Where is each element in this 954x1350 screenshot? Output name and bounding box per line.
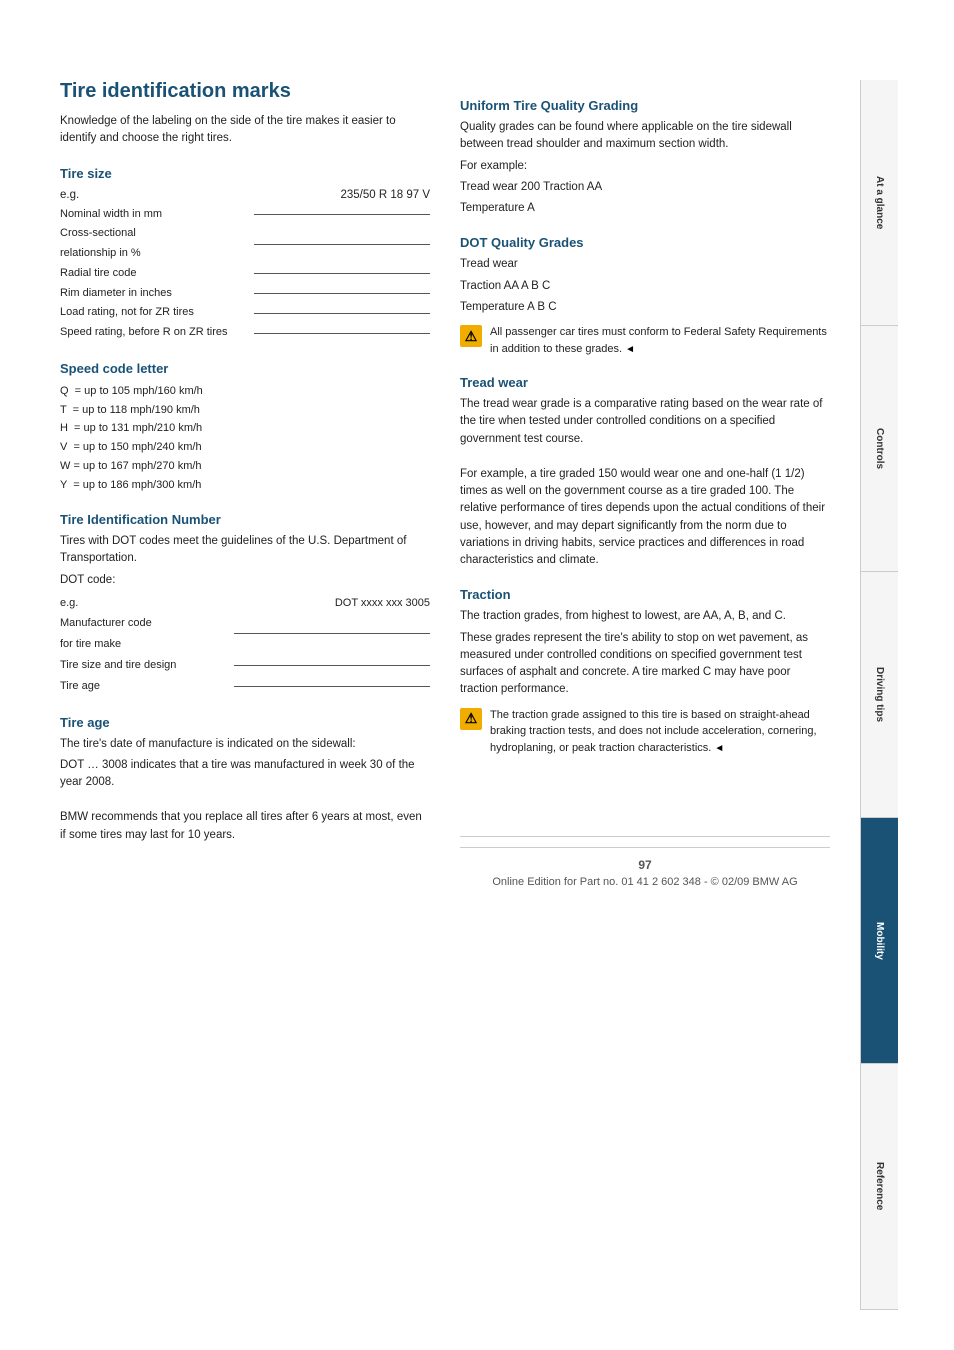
tread-wear-title: Tread wear xyxy=(460,375,830,390)
tire-size-label-1: Nominal width in mm xyxy=(60,205,250,225)
tire-age-para2: DOT … 3008 indicates that a tire was man… xyxy=(60,757,430,792)
speed-code-y: Y = up to 186 mph/300 km/h xyxy=(60,476,430,495)
dot-line-1 xyxy=(234,633,430,634)
tire-size-row-1: Nominal width in mm xyxy=(60,205,430,225)
traction-para2: These grades represent the tire's abilit… xyxy=(460,630,830,699)
dot-label-1: Manufacturer codefor tire make xyxy=(60,613,230,655)
speed-codes-list: Q = up to 105 mph/160 km/h T = up to 118… xyxy=(60,382,430,494)
utqg-para3: Tread wear 200 Traction AA xyxy=(460,179,830,196)
footer-divider xyxy=(460,836,830,837)
speed-code-h: H = up to 131 mph/210 km/h xyxy=(60,419,430,438)
tire-size-line-5 xyxy=(254,313,430,314)
sidebar-tab-at-a-glance[interactable]: At a glance xyxy=(861,80,898,326)
dot-eg-label: e.g. xyxy=(60,597,78,609)
sidebar-tab-controls[interactable]: Controls xyxy=(861,326,898,572)
tire-size-label-5: Load rating, not for ZR tires xyxy=(60,303,250,323)
warning-icon-1: ⚠ xyxy=(460,325,482,347)
tire-size-row-4: Rim diameter in inches xyxy=(60,284,430,304)
tire-size-row-5: Load rating, not for ZR tires xyxy=(60,303,430,323)
dot-quality-warning-text: All passenger car tires must conform to … xyxy=(490,324,830,357)
page-title: Tire identification marks xyxy=(60,80,430,103)
intro-text: Knowledge of the labeling on the side of… xyxy=(60,113,430,148)
dot-quality-title: DOT Quality Grades xyxy=(460,235,830,250)
tire-age-title: Tire age xyxy=(60,715,430,730)
tire-size-label-3: Radial tire code xyxy=(60,264,250,284)
footer-text: Online Edition for Part no. 01 41 2 602 … xyxy=(460,876,830,888)
tire-size-line-2 xyxy=(254,244,430,245)
dot-line-2 xyxy=(234,665,430,666)
tire-age-para3: BMW recommends that you replace all tire… xyxy=(60,809,430,844)
tire-size-line-4 xyxy=(254,293,430,294)
eg-value: 235/50 R 18 97 V xyxy=(340,189,430,201)
tire-size-line-1 xyxy=(254,214,430,215)
tire-size-row-2: Cross-sectionalrelationship in % xyxy=(60,224,430,264)
warning-icon-2: ⚠ xyxy=(460,708,482,730)
tread-wear-para1: The tread wear grade is a comparative ra… xyxy=(460,396,830,448)
speed-code-w: W = up to 167 mph/270 km/h xyxy=(60,457,430,476)
tire-size-label-6: Speed rating, before R on ZR tires xyxy=(60,323,250,343)
tire-size-title: Tire size xyxy=(60,166,430,181)
traction-para1: The traction grades, from highest to low… xyxy=(460,608,830,625)
dot-line-3 xyxy=(234,686,430,687)
dot-label-2: Tire size and tire design xyxy=(60,655,230,676)
dot-eg-value: DOT xxxx xxx 3005 xyxy=(335,597,430,609)
dot-eg-row: e.g. DOT xxxx xxx 3005 xyxy=(60,597,430,609)
tire-size-eg-row: e.g. 235/50 R 18 97 V xyxy=(60,189,430,201)
utqg-para4: Temperature A xyxy=(460,200,830,217)
tire-size-line-3 xyxy=(254,273,430,274)
footer: 97 Online Edition for Part no. 01 41 2 6… xyxy=(460,847,830,908)
dot-quality-line2: Traction AA A B C xyxy=(460,278,830,295)
left-column: Tire identification marks Knowledge of t… xyxy=(60,80,430,1310)
utqg-title: Uniform Tire Quality Grading xyxy=(460,98,830,113)
right-column: Uniform Tire Quality Grading Quality gra… xyxy=(460,80,830,1310)
triangle-marker-1: ◄ xyxy=(625,344,635,355)
utqg-para2: For example: xyxy=(460,158,830,175)
sidebar-tab-driving-tips[interactable]: Driving tips xyxy=(861,572,898,818)
tire-size-table: e.g. 235/50 R 18 97 V Nominal width in m… xyxy=(60,189,430,344)
footer-area: 97 Online Edition for Part no. 01 41 2 6… xyxy=(460,836,830,908)
utqg-para1: Quality grades can be found where applic… xyxy=(460,119,830,154)
traction-warning-text: The traction grade assigned to this tire… xyxy=(490,707,830,757)
dot-table: e.g. DOT xxxx xxx 3005 Manufacturer code… xyxy=(60,597,430,697)
tire-age-para1: The tire's date of manufacture is indica… xyxy=(60,736,430,753)
speed-code-t: T = up to 118 mph/190 km/h xyxy=(60,401,430,420)
tread-wear-para2: For example, a tire graded 150 would wea… xyxy=(460,466,830,570)
sidebar-tab-reference[interactable]: Reference xyxy=(861,1064,898,1310)
dot-quality-line1: Tread wear xyxy=(460,256,830,273)
traction-warning-box: ⚠ The traction grade assigned to this ti… xyxy=(460,707,830,757)
tire-size-label-2: Cross-sectionalrelationship in % xyxy=(60,224,250,264)
speed-code-q: Q = up to 105 mph/160 km/h xyxy=(60,382,430,401)
sidebar-tab-mobility[interactable]: Mobility xyxy=(861,818,898,1064)
dot-quality-warning-box: ⚠ All passenger car tires must conform t… xyxy=(460,324,830,357)
triangle-marker-2: ◄ xyxy=(714,743,724,754)
tire-size-label-4: Rim diameter in inches xyxy=(60,284,250,304)
speed-code-v: V = up to 150 mph/240 km/h xyxy=(60,438,430,457)
page-number: 97 xyxy=(460,858,830,872)
tire-id-title: Tire Identification Number xyxy=(60,512,430,527)
tire-size-row-6: Speed rating, before R on ZR tires xyxy=(60,323,430,343)
dot-row-2: Tire size and tire design xyxy=(60,655,430,676)
dot-row-1: Manufacturer codefor tire make xyxy=(60,613,430,655)
dot-row-3: Tire age xyxy=(60,676,430,697)
tire-id-para1: Tires with DOT codes meet the guidelines… xyxy=(60,533,430,568)
dot-quality-line3: Temperature A B C xyxy=(460,299,830,316)
dot-label-3: Tire age xyxy=(60,676,230,697)
sidebar: At a glance Controls Driving tips Mobili… xyxy=(860,80,898,1310)
eg-label: e.g. xyxy=(60,189,79,201)
tire-size-line-6 xyxy=(254,333,430,334)
dot-label: DOT code: xyxy=(60,572,430,589)
tire-size-row-3: Radial tire code xyxy=(60,264,430,284)
traction-title: Traction xyxy=(460,587,830,602)
speed-code-title: Speed code letter xyxy=(60,361,430,376)
